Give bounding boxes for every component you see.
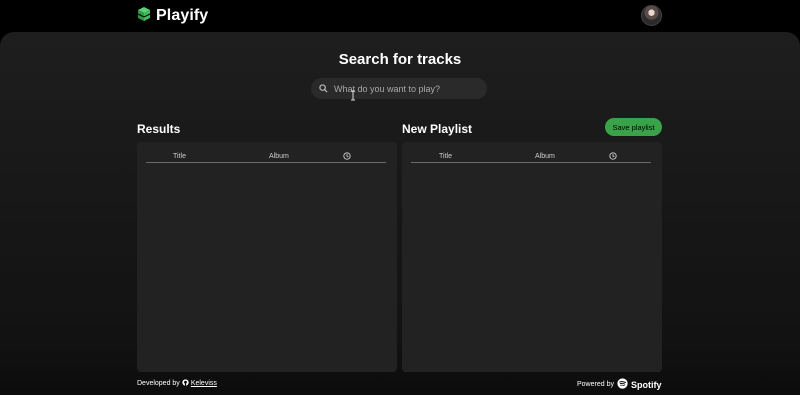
author-link[interactable]: Keleviss: [191, 380, 217, 387]
column-title[interactable]: Title: [173, 153, 186, 160]
spotify-wordmark[interactable]: Spotify: [631, 380, 662, 390]
clock-icon[interactable]: [343, 152, 351, 162]
brand[interactable]: Playify: [137, 6, 208, 26]
spotify-icon: [617, 378, 628, 391]
playlist-table-header: Title Album: [411, 152, 651, 163]
search-bar[interactable]: [311, 78, 487, 99]
developed-by-label: Developed by: [137, 380, 180, 387]
column-album[interactable]: Album: [269, 153, 289, 160]
results-table-header: Title Album: [146, 152, 386, 163]
top-bar: Playify: [0, 0, 800, 32]
search-icon: [319, 80, 328, 98]
footer-developer: Developed by Keleviss: [137, 379, 217, 388]
footer-powered: Powered by Spotify: [577, 378, 661, 391]
results-title: Results: [137, 122, 181, 136]
clock-icon[interactable]: [609, 152, 617, 162]
text-cursor-icon: [350, 88, 356, 101]
column-album[interactable]: Album: [535, 153, 555, 160]
results-panel: Title Album: [137, 142, 397, 372]
save-playlist-button[interactable]: Save playlist: [605, 118, 662, 136]
cube-stack-icon: [137, 6, 151, 27]
powered-by-label: Powered by: [577, 381, 614, 388]
app-name: Playify: [156, 7, 209, 24]
user-avatar[interactable]: [641, 5, 662, 26]
page-title: Search for tracks: [338, 51, 462, 68]
playlist-panel: Title Album: [402, 142, 662, 372]
github-icon: [182, 379, 189, 388]
playlist-title: New Playlist: [402, 122, 473, 136]
column-title[interactable]: Title: [439, 153, 452, 160]
